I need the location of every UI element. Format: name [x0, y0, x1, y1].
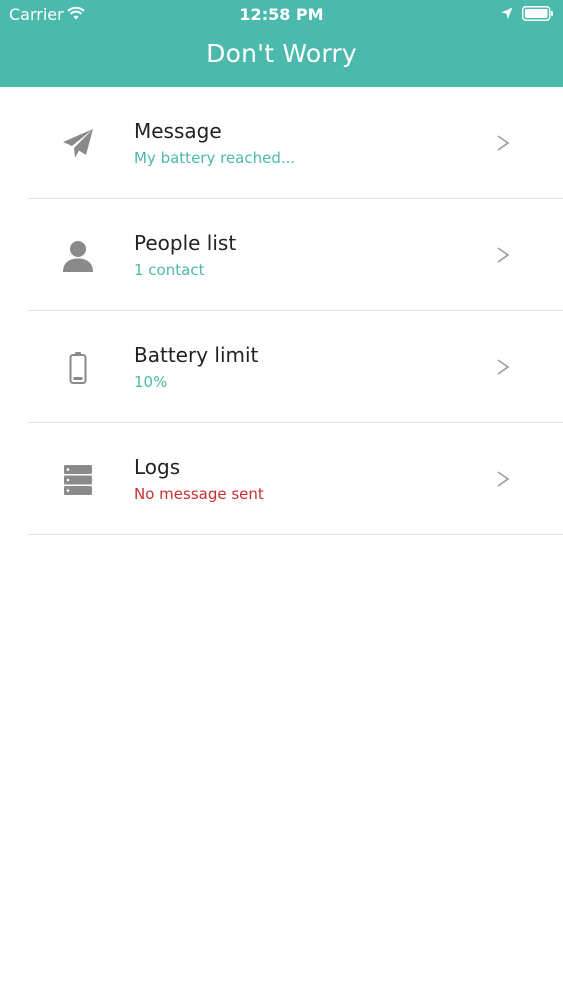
list-item-battery-limit[interactable]: Battery limit 10% [0, 311, 563, 423]
chevron-right-icon [497, 359, 510, 375]
row-divider [28, 534, 563, 535]
list-item-label: Logs [134, 455, 181, 479]
clock: 12:58 PM [239, 5, 324, 24]
server-icon [57, 459, 99, 501]
paper-plane-icon [57, 123, 99, 165]
list-item-detail: 10% [134, 373, 168, 391]
list-item-message[interactable]: Message My battery reached... [0, 87, 563, 199]
battery-icon [57, 347, 99, 389]
list-item-label: Battery limit [134, 343, 259, 367]
person-icon [57, 235, 99, 277]
list-item-people[interactable]: People list 1 contact [0, 199, 563, 311]
list-item-detail: My battery reached... [134, 149, 296, 167]
navigation-bar: Carrier 12:58 PM Don't Worry [0, 0, 563, 87]
battery-status-icon [522, 6, 553, 21]
status-bar: Carrier 12:58 PM [0, 0, 563, 30]
page-title: Don't Worry [206, 39, 357, 68]
chevron-right-icon [497, 247, 510, 263]
list-item-detail: No message sent [134, 485, 264, 503]
chevron-right-icon [497, 135, 510, 151]
list-item-logs[interactable]: Logs No message sent [0, 423, 563, 535]
location-arrow-icon [501, 7, 513, 19]
list-item-label: Message [134, 119, 222, 143]
list-item-detail: 1 contact [134, 261, 205, 279]
chevron-right-icon [497, 471, 510, 487]
settings-list: Message My battery reached... People lis… [0, 87, 563, 535]
list-item-label: People list [134, 231, 237, 255]
